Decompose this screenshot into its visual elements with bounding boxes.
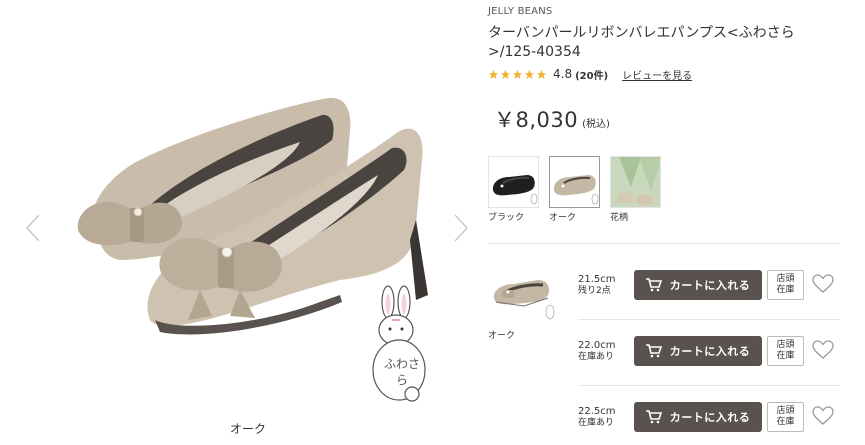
product-title: ターバンパールリボンバレエパンプス<ふわさら>/125-40354	[488, 25, 795, 60]
product-detail-panel: JELLY BEANS ターバンパールリボンバレエパンプス<ふわさら>/125-…	[488, 0, 848, 445]
favorite-button[interactable]	[812, 274, 834, 296]
next-image-arrow[interactable]	[452, 213, 470, 243]
size-info: 22.0cm 在庫あり	[578, 340, 634, 363]
badge-text: ふわさら	[384, 357, 421, 387]
color-swatches: ブラック オーク 花柄	[488, 156, 661, 223]
view-reviews-link[interactable]: レビューを見る	[622, 67, 692, 82]
size-name: 22.5cm	[578, 405, 616, 417]
chevron-left-icon	[25, 214, 40, 242]
star-icon	[488, 69, 499, 79]
favorite-button[interactable]	[812, 340, 834, 362]
swatch-floral[interactable]: 花柄	[610, 156, 661, 223]
stock-status: 在庫あり	[578, 351, 615, 362]
star-icon	[500, 69, 511, 79]
swatch-oak-label: オーク	[549, 213, 577, 223]
previous-image-arrow[interactable]	[24, 213, 42, 243]
star-icon	[512, 69, 523, 79]
swatch-black-image	[488, 156, 539, 208]
size-name: 21.5cm	[578, 273, 616, 285]
fuwasara-rabbit-badge	[372, 285, 426, 402]
size-row: 22.0cm 在庫あり カートに入れる 店頭 在庫	[578, 328, 840, 374]
store-stock-label-line1: 店頭	[776, 274, 795, 284]
tax-label: (税込)	[582, 119, 610, 130]
chevron-right-icon	[454, 214, 469, 242]
store-stock-button[interactable]: 店頭 在庫	[767, 336, 804, 366]
image-caption: オーク	[230, 422, 267, 436]
swatch-oak[interactable]: オーク	[549, 156, 600, 223]
store-stock-label-line2: 在庫	[776, 417, 795, 427]
rating-count: (20件)	[575, 70, 609, 82]
variant-color-label: オーク	[488, 331, 516, 341]
favorite-button[interactable]	[812, 406, 834, 428]
add-to-cart-label: カートに入れる	[669, 411, 751, 424]
stock-status: 在庫あり	[578, 417, 615, 428]
stock-status: 残り2点	[578, 285, 611, 296]
swatch-black-label: ブラック	[488, 213, 525, 223]
price: ￥8,030 (税込)	[494, 104, 610, 134]
store-stock-label-line2: 在庫	[776, 351, 795, 361]
swatch-floral-label: 花柄	[610, 213, 629, 223]
add-to-cart-label: カートに入れる	[669, 345, 751, 358]
store-stock-button[interactable]: 店頭 在庫	[767, 402, 804, 432]
rating-stars	[488, 69, 547, 80]
add-to-cart-button[interactable]: カートに入れる	[634, 336, 762, 366]
store-stock-label-line2: 在庫	[776, 285, 795, 295]
add-to-cart-button[interactable]: カートに入れる	[634, 402, 762, 432]
swatch-black[interactable]: ブラック	[488, 156, 539, 223]
variant-thumbnail-image	[488, 262, 558, 324]
add-to-cart-label: カートに入れる	[669, 279, 751, 292]
store-stock-button[interactable]: 店頭 在庫	[767, 270, 804, 300]
row-divider	[578, 319, 840, 320]
store-stock-label-line1: 店頭	[776, 406, 795, 416]
cart-icon	[645, 410, 662, 424]
variant-thumbnail: オーク	[488, 262, 558, 341]
size-info: 21.5cm 残り2点	[578, 274, 634, 297]
size-name: 22.0cm	[578, 339, 616, 351]
add-to-cart-button[interactable]: カートに入れる	[634, 270, 762, 300]
cart-icon	[645, 344, 662, 358]
heart-icon	[812, 340, 834, 359]
cart-icon	[645, 278, 662, 292]
size-row: 21.5cm 残り2点 カートに入れる 店頭 在庫	[578, 262, 840, 308]
rating-row: 4.8 (20件) レビューを見る	[488, 66, 692, 82]
product-image-gallery: ふわさら オーク	[0, 0, 490, 445]
rating-score: 4.8	[553, 67, 573, 81]
store-stock-label-line1: 店頭	[776, 340, 795, 350]
star-icon	[536, 69, 547, 79]
section-divider	[488, 243, 840, 244]
heart-icon	[812, 274, 834, 293]
size-row: 22.5cm 在庫あり カートに入れる 店頭 在庫	[578, 394, 840, 440]
row-divider	[578, 385, 840, 386]
heart-icon	[812, 406, 834, 425]
price-value: ￥8,030	[494, 108, 579, 132]
star-icon	[524, 69, 535, 79]
swatch-floral-image	[610, 156, 661, 208]
swatch-oak-image	[549, 156, 600, 208]
brand-name[interactable]: JELLY BEANS	[488, 6, 552, 17]
size-info: 22.5cm 在庫あり	[578, 406, 634, 429]
